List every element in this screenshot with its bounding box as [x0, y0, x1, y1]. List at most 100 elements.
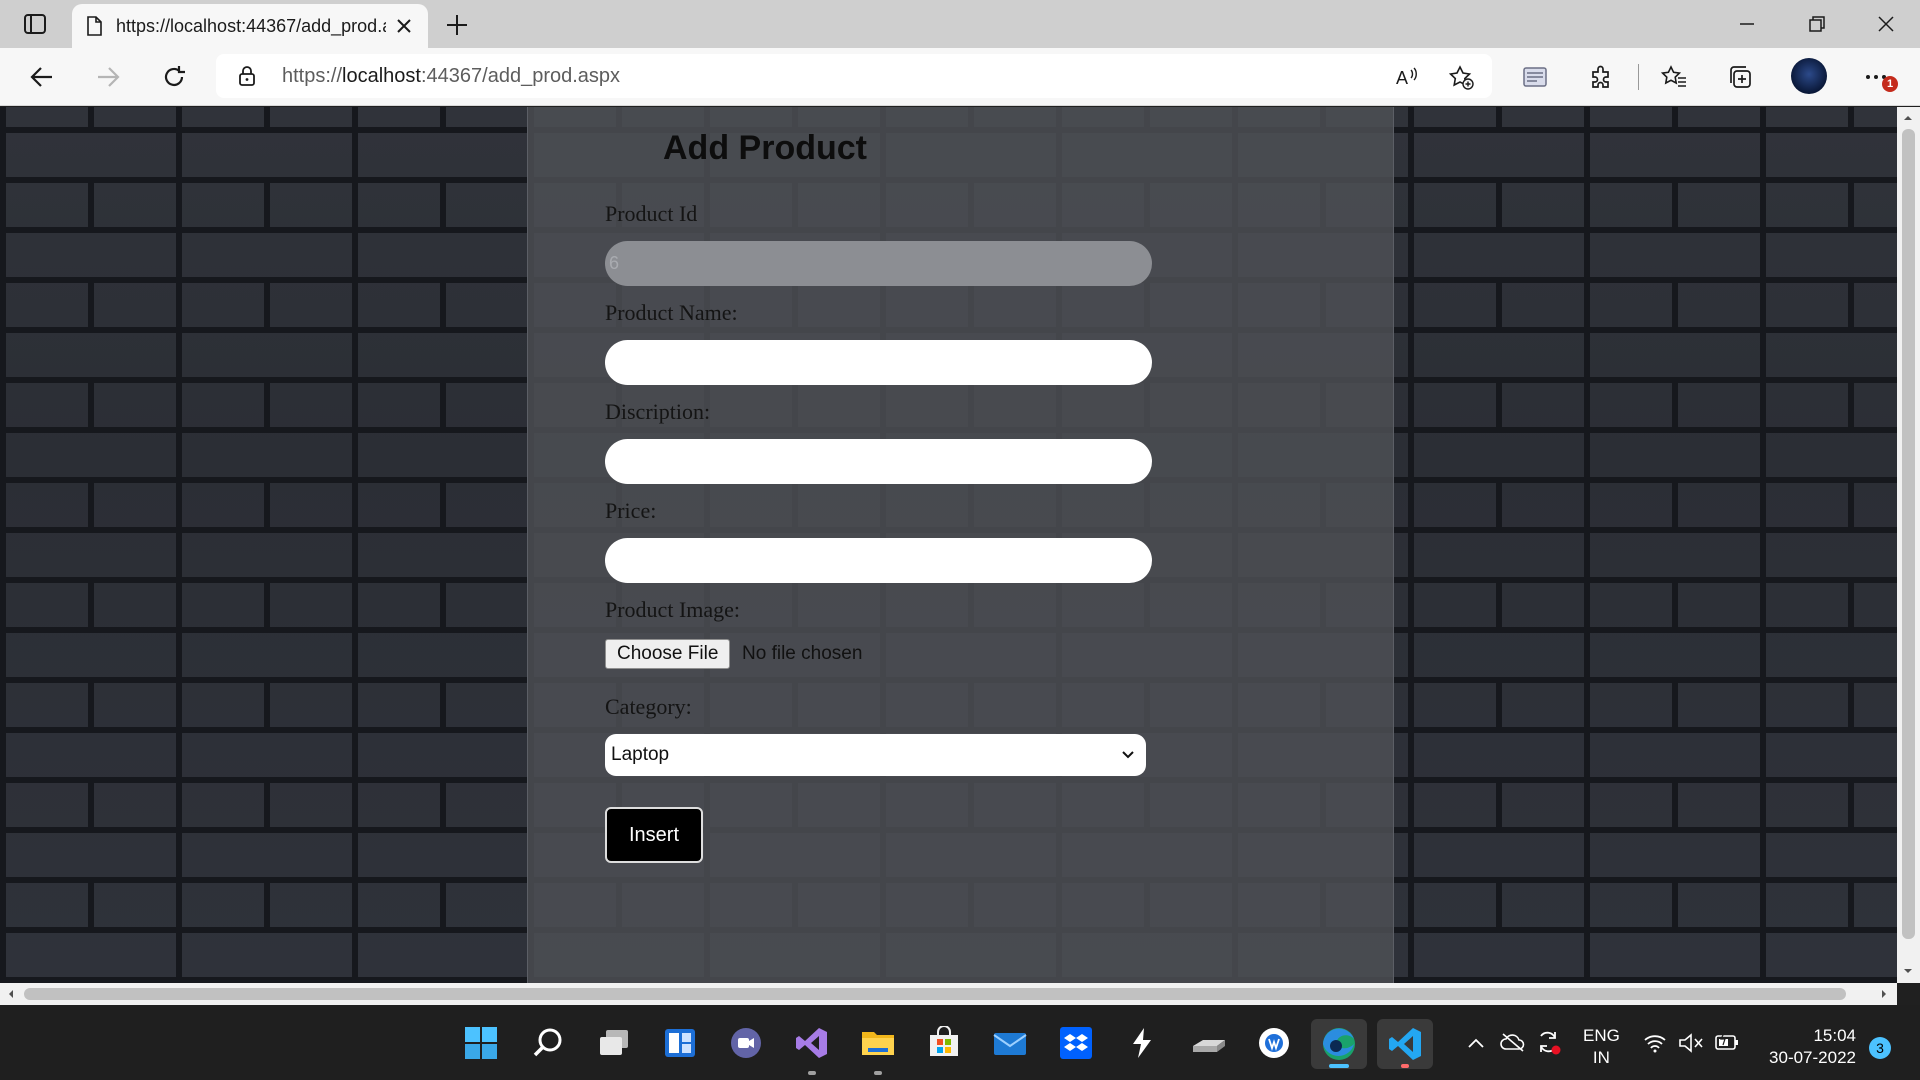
dropbox-button[interactable] [1056, 1023, 1096, 1063]
description-label: Discription: [605, 399, 711, 424]
battery-icon[interactable] [1714, 1031, 1740, 1053]
extensions-icon[interactable] [1587, 63, 1615, 91]
running-indicator [874, 1071, 882, 1075]
toolbar-separator [1638, 64, 1639, 90]
product-id-input[interactable] [605, 241, 1152, 286]
microsoft-store-icon [930, 1026, 958, 1056]
product-name-label: Product Name: [605, 300, 738, 325]
restore-icon[interactable] [1805, 12, 1829, 36]
vscode-button[interactable] [1377, 1019, 1433, 1069]
insert-button[interactable]: Insert [605, 807, 703, 863]
minimize-icon[interactable] [1735, 12, 1759, 36]
lock-icon[interactable] [236, 65, 258, 87]
address-bar[interactable]: https://localhost:44367/add_prod.aspx A [216, 54, 1492, 98]
browser-tab-bar: https://localhost:44367/add_prod.aspx [0, 0, 1920, 48]
windows-taskbar: ENG IN 15:04 30-07-2022 3 [0, 1005, 1920, 1080]
url-host: localhost [342, 65, 421, 87]
description-input[interactable] [605, 439, 1152, 484]
language-indicator[interactable]: ENG IN [1583, 1025, 1620, 1069]
sync-icon[interactable] [1535, 1029, 1561, 1055]
search-button[interactable] [528, 1023, 568, 1063]
visual-studio-button[interactable] [792, 1023, 832, 1075]
no-file-chosen-text: No file chosen [742, 643, 863, 664]
visual-studio-icon [796, 1028, 827, 1058]
mail-icon [993, 1033, 1027, 1055]
add-favorite-icon[interactable] [1448, 64, 1474, 90]
region-code: IN [1592, 1048, 1610, 1067]
choose-file-button[interactable]: Choose File [605, 639, 731, 669]
file-explorer-button[interactable] [858, 1023, 898, 1075]
active-indicator [1329, 1064, 1349, 1068]
app-icon [1259, 1028, 1289, 1058]
product-name-input[interactable] [605, 340, 1152, 385]
task-view-button[interactable] [594, 1023, 634, 1063]
vscode-icon [1389, 1028, 1421, 1060]
file-explorer-icon [862, 1032, 894, 1055]
onedrive-icon[interactable] [1500, 1031, 1526, 1053]
read-aloud-icon[interactable]: A [1394, 64, 1420, 90]
notification-badge: 1 [1882, 76, 1898, 92]
running-indicator [808, 1071, 816, 1075]
start-button[interactable] [461, 1023, 501, 1063]
teams-chat-icon [731, 1028, 761, 1058]
app-button[interactable] [1254, 1023, 1294, 1063]
scroll-right-icon[interactable] [1878, 988, 1890, 1000]
app-button[interactable] [1122, 1023, 1162, 1063]
drive-icon [1193, 1040, 1225, 1052]
page-title: Add Product [663, 129, 867, 167]
running-indicator [1401, 1064, 1409, 1068]
favorites-icon[interactable] [1660, 63, 1688, 91]
teams-chat-button[interactable] [726, 1023, 766, 1063]
dropbox-icon [1060, 1027, 1092, 1059]
browser-tab-active[interactable]: https://localhost:44367/add_prod.aspx [72, 4, 428, 48]
widgets-icon [665, 1029, 695, 1057]
url-path: :44367/add_prod.aspx [420, 65, 621, 87]
widgets-button[interactable] [660, 1023, 700, 1063]
volume-muted-icon[interactable] [1678, 1033, 1704, 1053]
close-window-icon[interactable] [1874, 12, 1898, 36]
edge-button[interactable] [1311, 1019, 1367, 1069]
price-label: Price: [605, 498, 657, 523]
system-clock[interactable]: 15:04 30-07-2022 [1760, 1025, 1856, 1069]
mail-button[interactable] [990, 1023, 1030, 1063]
microsoft-store-button[interactable] [924, 1023, 964, 1063]
tab-title: https://localhost:44367/add_prod.aspx [116, 15, 386, 36]
collections-icon[interactable] [1726, 63, 1754, 91]
svg-text:A: A [1396, 68, 1408, 88]
category-select[interactable]: Laptop [605, 734, 1146, 776]
price-input[interactable] [605, 538, 1152, 583]
horizontal-scrollbar[interactable] [0, 983, 1897, 1005]
immersive-reader-icon[interactable] [1521, 63, 1549, 91]
start-icon [465, 1027, 497, 1059]
chevron-down-icon [1122, 751, 1134, 759]
scroll-left-icon[interactable] [5, 988, 17, 1000]
edge-icon [1323, 1028, 1355, 1060]
vertical-scroll-thumb[interactable] [1902, 129, 1915, 939]
browser-toolbar: https://localhost:44367/add_prod.aspx A … [0, 48, 1920, 106]
wifi-icon[interactable] [1643, 1033, 1667, 1053]
url-scheme: https:// [282, 65, 343, 87]
app-icon [1133, 1028, 1151, 1058]
clock-date: 30-07-2022 [1769, 1048, 1856, 1067]
forward-arrow-icon[interactable] [94, 63, 122, 91]
new-tab-icon[interactable] [442, 10, 472, 40]
horizontal-scroll-thumb[interactable] [24, 988, 1846, 1000]
profile-avatar[interactable] [1791, 58, 1827, 94]
clock-time: 15:04 [1813, 1026, 1856, 1045]
notification-center-badge[interactable]: 3 [1869, 1037, 1891, 1059]
category-selected-value: Laptop [611, 744, 670, 765]
show-hidden-icons-icon[interactable] [1466, 1035, 1486, 1051]
reload-icon[interactable] [160, 63, 188, 91]
drive-button[interactable] [1188, 1023, 1228, 1063]
tab-actions-icon[interactable] [18, 10, 52, 38]
language-code: ENG [1583, 1026, 1620, 1045]
url-text[interactable]: https://localhost:44367/add_prod.aspx [282, 65, 620, 88]
page-document-icon [87, 16, 102, 36]
back-arrow-icon[interactable] [28, 63, 56, 91]
scroll-up-icon[interactable] [1902, 112, 1914, 124]
scroll-down-icon[interactable] [1902, 965, 1914, 977]
product-image-label: Product Image: [605, 597, 741, 622]
vertical-scrollbar[interactable] [1897, 107, 1920, 983]
close-tab-icon[interactable] [394, 16, 414, 36]
category-label: Category: [605, 694, 692, 719]
